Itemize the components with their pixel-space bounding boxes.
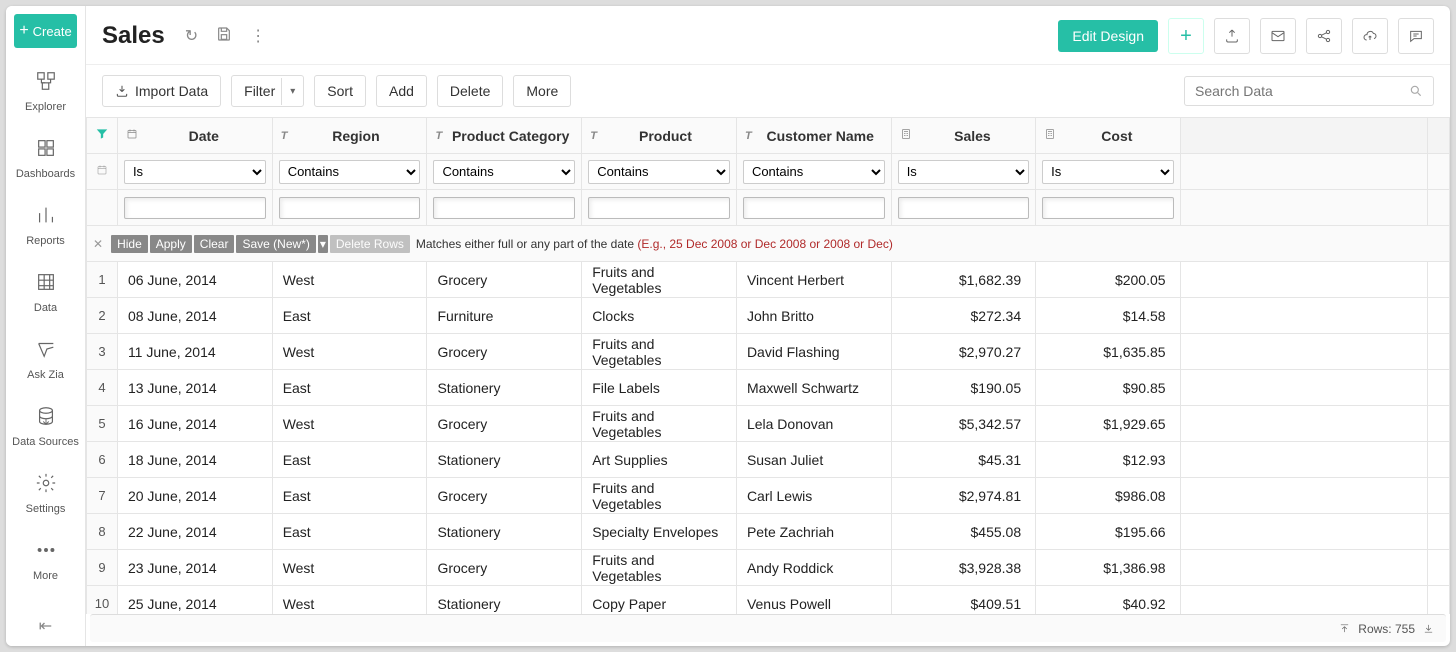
sidebar-item-datasources[interactable]: Data Sources [6, 391, 85, 458]
hide-filter-button[interactable]: Hide [111, 235, 148, 253]
sidebar-item-askzia[interactable]: Ask Zia [6, 324, 85, 391]
column-header-customer-name[interactable]: TCustomer Name [736, 118, 891, 154]
toolbar: Import Data Filter ▾ Sort Add Delete Mor… [86, 65, 1450, 117]
collapse-sidebar-icon[interactable]: ⇤ [6, 606, 85, 646]
filter-button[interactable]: Filter ▾ [231, 75, 304, 107]
new-item-button[interactable]: + [1168, 18, 1204, 54]
filter-input-1[interactable] [279, 197, 421, 219]
scroll-top-icon[interactable] [1339, 623, 1350, 634]
sidebar-item-label: Reports [26, 235, 65, 247]
filter-input-6[interactable] [1042, 197, 1173, 219]
column-header-sales[interactable]: Sales [891, 118, 1035, 154]
table-row[interactable]: 4 13 June, 2014 East Stationery File Lab… [87, 370, 1450, 406]
askzia-icon [35, 338, 57, 363]
filter-input-4[interactable] [743, 197, 885, 219]
clear-filter-button[interactable]: Clear [194, 235, 235, 253]
sort-button[interactable]: Sort [314, 75, 366, 107]
scroll-bottom-icon[interactable] [1423, 623, 1434, 634]
data-icon [35, 271, 57, 296]
table-row[interactable]: 9 23 June, 2014 West Grocery Fruits and … [87, 550, 1450, 586]
plus-icon: + [19, 22, 28, 40]
search-icon [1409, 84, 1423, 98]
sidebar-item-label: Ask Zia [27, 369, 64, 381]
table-row[interactable]: 10 25 June, 2014 West Stationery Copy Pa… [87, 586, 1450, 615]
edit-design-button[interactable]: Edit Design [1058, 20, 1158, 52]
table-row[interactable]: 3 11 June, 2014 West Grocery Fruits and … [87, 334, 1450, 370]
column-header-product[interactable]: TProduct [582, 118, 737, 154]
column-header-region[interactable]: TRegion [272, 118, 427, 154]
export-icon[interactable] [1214, 18, 1250, 54]
row-count: Rows: 755 [1358, 622, 1415, 636]
sidebar-item-label: Dashboards [16, 168, 75, 180]
delete-button[interactable]: Delete [437, 75, 503, 107]
create-label: Create [33, 24, 72, 39]
more-icon [35, 539, 57, 564]
filter-op-3[interactable]: Contains [588, 160, 730, 184]
sidebar-item-label: More [33, 570, 58, 582]
filter-hint: Matches either full or any part of the d… [416, 237, 893, 251]
filter-input-0[interactable] [124, 197, 266, 219]
refresh-icon[interactable]: ↻ [181, 24, 202, 48]
apply-filter-button[interactable]: Apply [150, 235, 192, 253]
save-filter-caret[interactable]: ▾ [318, 235, 328, 253]
create-button[interactable]: + Create [14, 14, 77, 48]
table-row[interactable]: 7 20 June, 2014 East Grocery Fruits and … [87, 478, 1450, 514]
sidebar-item-label: Explorer [25, 101, 66, 113]
more-options-icon[interactable]: ⋮ [246, 24, 270, 48]
reports-icon [35, 204, 57, 229]
filter-input-3[interactable] [588, 197, 730, 219]
filter-op-1[interactable]: Contains [279, 160, 421, 184]
sidebar-item-label: Data Sources [12, 436, 79, 448]
import-data-button[interactable]: Import Data [102, 75, 221, 107]
dashboards-icon [35, 137, 57, 162]
page-title: Sales [102, 22, 165, 50]
filter-input-5[interactable] [898, 197, 1029, 219]
caret-down-icon[interactable]: ▾ [281, 78, 303, 105]
close-filter-icon[interactable]: ✕ [93, 237, 103, 251]
column-header-date[interactable]: Date [117, 118, 272, 154]
sidebar-item-more[interactable]: More [6, 525, 85, 592]
table-row[interactable]: 5 16 June, 2014 West Grocery Fruits and … [87, 406, 1450, 442]
more-button[interactable]: More [513, 75, 571, 107]
delete-rows-button[interactable]: Delete Rows [330, 235, 410, 253]
column-header-cost[interactable]: Cost [1036, 118, 1180, 154]
settings-icon [35, 472, 57, 497]
table-row[interactable]: 2 08 June, 2014 East Furniture Clocks Jo… [87, 298, 1450, 334]
save-filter-button[interactable]: Save (New*) [236, 235, 315, 253]
sidebar-item-label: Settings [26, 503, 66, 515]
data-table: DateTRegionTProduct CategoryTProductTCus… [86, 117, 1450, 614]
search-input[interactable] [1184, 76, 1434, 106]
filter-op-5[interactable]: Is [898, 160, 1029, 184]
comment-icon[interactable] [1398, 18, 1434, 54]
add-button[interactable]: Add [376, 75, 427, 107]
sidebar-item-dashboards[interactable]: Dashboards [6, 123, 85, 190]
sidebar-item-data[interactable]: Data [6, 257, 85, 324]
datasources-icon [35, 405, 57, 430]
share-icon[interactable] [1306, 18, 1342, 54]
filter-op-2[interactable]: Contains [433, 160, 575, 184]
filter-op-0[interactable]: Is [124, 160, 266, 184]
filter-funnel-icon[interactable] [87, 118, 118, 154]
filter-op-6[interactable]: Is [1042, 160, 1173, 184]
filter-input-2[interactable] [433, 197, 575, 219]
sidebar-item-reports[interactable]: Reports [6, 190, 85, 257]
table-row[interactable]: 8 22 June, 2014 East Stationery Specialt… [87, 514, 1450, 550]
sidebar-item-label: Data [34, 302, 57, 314]
explorer-icon [35, 70, 57, 95]
status-bar: Rows: 755 [90, 614, 1446, 642]
table-row[interactable]: 1 06 June, 2014 West Grocery Fruits and … [87, 262, 1450, 298]
save-icon[interactable] [212, 24, 236, 49]
header-bar: Sales ↻ ⋮ Edit Design + [86, 6, 1450, 65]
filter-op-4[interactable]: Contains [743, 160, 885, 184]
table-row[interactable]: 6 18 June, 2014 East Stationery Art Supp… [87, 442, 1450, 478]
mail-icon[interactable] [1260, 18, 1296, 54]
column-header-product-category[interactable]: TProduct Category [427, 118, 582, 154]
sidebar-item-settings[interactable]: Settings [6, 458, 85, 525]
cloud-icon[interactable] [1352, 18, 1388, 54]
sidebar-item-explorer[interactable]: Explorer [6, 56, 85, 123]
sidebar: + Create Explorer Dashboards Reports Data As… [6, 6, 86, 646]
